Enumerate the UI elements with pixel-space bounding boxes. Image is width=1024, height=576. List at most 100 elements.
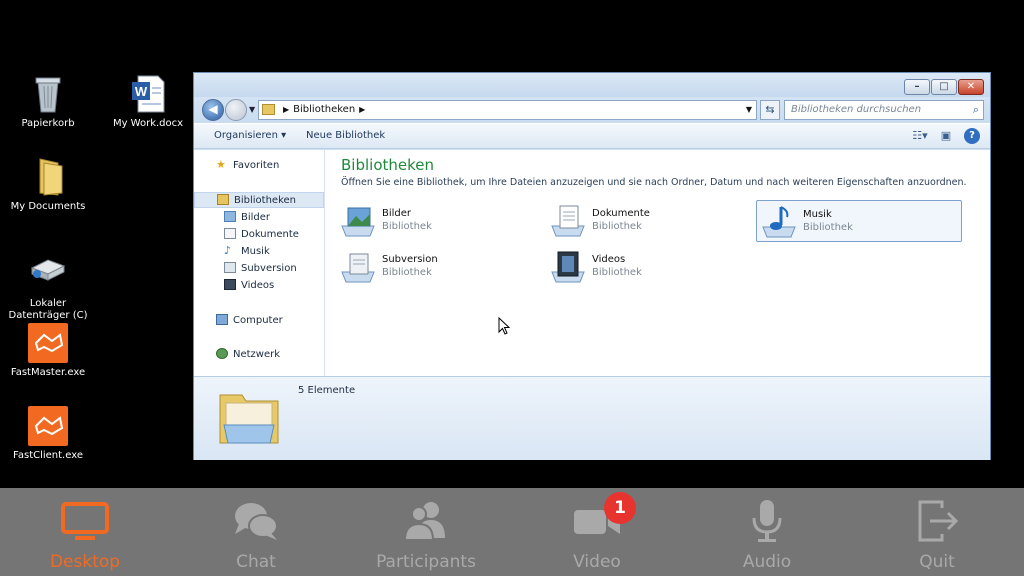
network-icon <box>216 347 228 359</box>
microphone-icon <box>742 498 792 544</box>
videos-library-icon <box>550 250 586 284</box>
chevron-right-icon[interactable]: ▶ <box>359 105 365 114</box>
change-view-icon[interactable]: ☷▾ <box>912 128 928 144</box>
preview-pane-icon[interactable]: ▣ <box>938 128 954 144</box>
library-name: Dokumente <box>592 208 650 219</box>
library-tile-videos[interactable]: Videos Bibliothek <box>546 246 752 288</box>
explorer-window: – □ ✕ ◀ ▼ ▶ Bibliotheken ▶ ▼ ⇆ Bibliotheke… <box>193 72 991 460</box>
nav-item-videos[interactable]: Videos <box>194 278 324 294</box>
desktop-button[interactable]: Desktop <box>0 488 170 576</box>
nav-item-dokumente[interactable]: Dokumente <box>194 227 324 243</box>
audio-label: Audio <box>742 552 792 572</box>
address-row: ◀ ▼ ▶ Bibliotheken ▶ ▼ ⇆ Bibliotheken durc… <box>194 97 990 123</box>
nav-item-label: Favoriten <box>233 160 280 171</box>
refresh-button[interactable]: ⇆ <box>760 100 780 120</box>
desktop-icon-label: Papierkorb <box>21 118 75 129</box>
computer-icon <box>216 313 228 325</box>
fastmaster-app-icon <box>28 323 68 363</box>
breadcrumb-libraries[interactable]: Bibliotheken <box>293 104 355 115</box>
nav-item-network[interactable]: Netzwerk <box>194 347 324 363</box>
desktop-icon-word-document[interactable]: W My Work.docx <box>106 74 190 130</box>
desktop-icon-label: Lokaler Datenträger (C) <box>8 298 88 321</box>
videos-icon <box>224 278 236 290</box>
search-icon[interactable]: ⌕ <box>973 101 979 119</box>
svg-text:W: W <box>135 84 148 99</box>
recent-pages-dropdown[interactable]: ▼ <box>249 105 255 114</box>
quit-label: Quit <box>919 552 955 572</box>
audio-button[interactable]: Audio <box>682 488 852 576</box>
subversion-library-icon <box>340 250 376 284</box>
title-bar[interactable]: – □ ✕ <box>194 73 990 97</box>
window-controls: – □ ✕ <box>903 79 984 95</box>
drive-icon <box>28 254 68 294</box>
refresh-icon: ⇆ <box>765 103 775 116</box>
library-tile-bilder[interactable]: Bilder Bibliothek <box>336 200 542 242</box>
library-tile-dokumente[interactable]: Dokumente Bibliothek <box>546 200 752 242</box>
library-name: Subversion <box>382 254 438 265</box>
desktop-icon-label: My Work.docx <box>112 118 184 129</box>
address-dropdown-icon[interactable]: ▼ <box>746 101 752 119</box>
nav-item-musik[interactable]: ♪ Musik <box>194 244 324 260</box>
exit-icon <box>912 498 962 544</box>
nav-item-computer[interactable]: Computer <box>194 313 324 329</box>
library-icon <box>217 193 229 205</box>
music-icon: ♪ <box>224 243 232 257</box>
close-icon: ✕ <box>966 81 976 92</box>
participants-button[interactable]: Participants <box>341 488 511 576</box>
mouse-cursor-icon <box>498 316 511 339</box>
new-library-button[interactable]: Neue Bibliothek <box>306 130 385 141</box>
fastclient-app-icon <box>28 406 68 446</box>
back-button[interactable]: ◀ <box>202 99 224 121</box>
desktop-icon-fastclient[interactable]: FastClient.exe <box>6 406 90 462</box>
nav-item-subversion[interactable]: Subversion <box>194 261 324 277</box>
chat-icon <box>231 498 281 544</box>
desktop-label: Desktop <box>49 552 121 572</box>
star-icon: ★ <box>216 157 226 171</box>
nav-item-label: Netzwerk <box>233 349 281 360</box>
content-pane: Bibliotheken Öffnen Sie eine Bibliothek,… <box>326 150 990 376</box>
library-tile-musik[interactable]: Musik Bibliothek <box>756 200 962 242</box>
library-name: Bilder <box>382 208 412 219</box>
library-tile-subversion[interactable]: Subversion Bibliothek <box>336 246 542 288</box>
documents-library-icon <box>550 204 586 238</box>
maximize-icon: □ <box>939 81 949 92</box>
participants-icon <box>401 498 451 544</box>
maximize-button[interactable]: □ <box>931 79 957 95</box>
video-camera-icon: 1 <box>572 492 636 544</box>
search-input[interactable]: Bibliotheken durchsuchen ⌕ <box>784 100 984 120</box>
item-count: 5 Elemente <box>298 385 356 396</box>
minimize-icon: – <box>914 81 920 92</box>
chevron-right-icon[interactable]: ▶ <box>283 105 289 114</box>
library-folder-icon <box>262 104 275 115</box>
nav-item-favorites[interactable]: ★ Favoriten <box>194 158 324 174</box>
page-description: Öffnen Sie eine Bibliothek, um Ihre Date… <box>341 177 967 188</box>
nav-item-bilder[interactable]: Bilder <box>194 210 324 226</box>
help-icon[interactable]: ? <box>964 128 980 144</box>
pictures-icon <box>224 210 236 222</box>
chat-button[interactable]: Chat <box>171 488 341 576</box>
desktop-icon-fastmaster[interactable]: FastMaster.exe <box>6 323 90 379</box>
desktop-icon-local-drive[interactable]: Lokaler Datenträger (C) <box>6 254 90 322</box>
nav-item-libraries[interactable]: Bibliotheken <box>194 192 324 208</box>
nav-item-label: Bibliotheken <box>234 195 296 206</box>
navigation-pane: ★ Favoriten Bibliotheken Bilder Dokumente… <box>194 150 325 376</box>
forward-button[interactable] <box>225 99 247 121</box>
details-pane: 5 Elemente <box>194 376 990 460</box>
video-button[interactable]: 1 Video <box>512 488 682 576</box>
explorer-body: ★ Favoriten Bibliotheken Bilder Dokumente… <box>194 150 990 376</box>
quit-button[interactable]: Quit <box>852 488 1022 576</box>
word-document-icon: W <box>128 74 168 114</box>
library-name: Musik <box>803 209 832 220</box>
address-bar[interactable]: ▶ Bibliotheken ▶ ▼ <box>258 100 757 120</box>
desktop-icon-my-documents[interactable]: My Documents <box>6 157 90 213</box>
desktop-icon-label: FastMaster.exe <box>10 367 86 378</box>
nav-item-label: Bilder <box>241 212 271 223</box>
nav-item-label: Dokumente <box>241 229 299 240</box>
libraries-folder-icon <box>216 385 282 447</box>
minimize-button[interactable]: – <box>904 79 930 95</box>
desktop-icon-recycle-bin[interactable]: Papierkorb <box>6 74 90 130</box>
close-button[interactable]: ✕ <box>958 79 984 95</box>
music-library-icon <box>761 205 797 239</box>
arrow-left-icon: ◀ <box>208 102 218 116</box>
organize-button[interactable]: Organisieren ▾ <box>214 130 286 141</box>
